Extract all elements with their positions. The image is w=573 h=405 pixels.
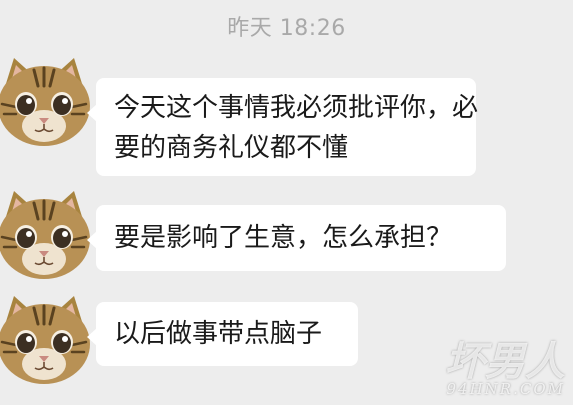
message-bubble-3[interactable]: 以后做事带点脑子 xyxy=(87,302,358,366)
cat-avatar-icon[interactable] xyxy=(0,52,94,152)
site-watermark: 坏男人 94HNR.COM xyxy=(445,342,565,397)
message-text: 要的商务礼仪都不懂 xyxy=(114,133,349,163)
watermark-logo-text: 坏男人 xyxy=(445,338,565,385)
cat-avatar-icon[interactable] xyxy=(0,290,94,390)
message-text: 要是影响了生意，怎么承担？ xyxy=(114,223,453,253)
chat-timestamp: 昨天 18:26 xyxy=(227,16,346,41)
message-bubble-2[interactable]: 要是影响了生意，怎么承担？ xyxy=(87,205,506,271)
message-text: 以后做事带点脑子 xyxy=(114,319,323,349)
cat-avatar-icon[interactable] xyxy=(0,185,94,285)
message-text: 今天这个事情我必须批评你，必 xyxy=(114,93,479,123)
message-bubble-1[interactable]: 今天这个事情我必须批评你，必 要的商务礼仪都不懂 xyxy=(87,78,479,176)
watermark-url: 94HNR.COM xyxy=(446,380,565,398)
